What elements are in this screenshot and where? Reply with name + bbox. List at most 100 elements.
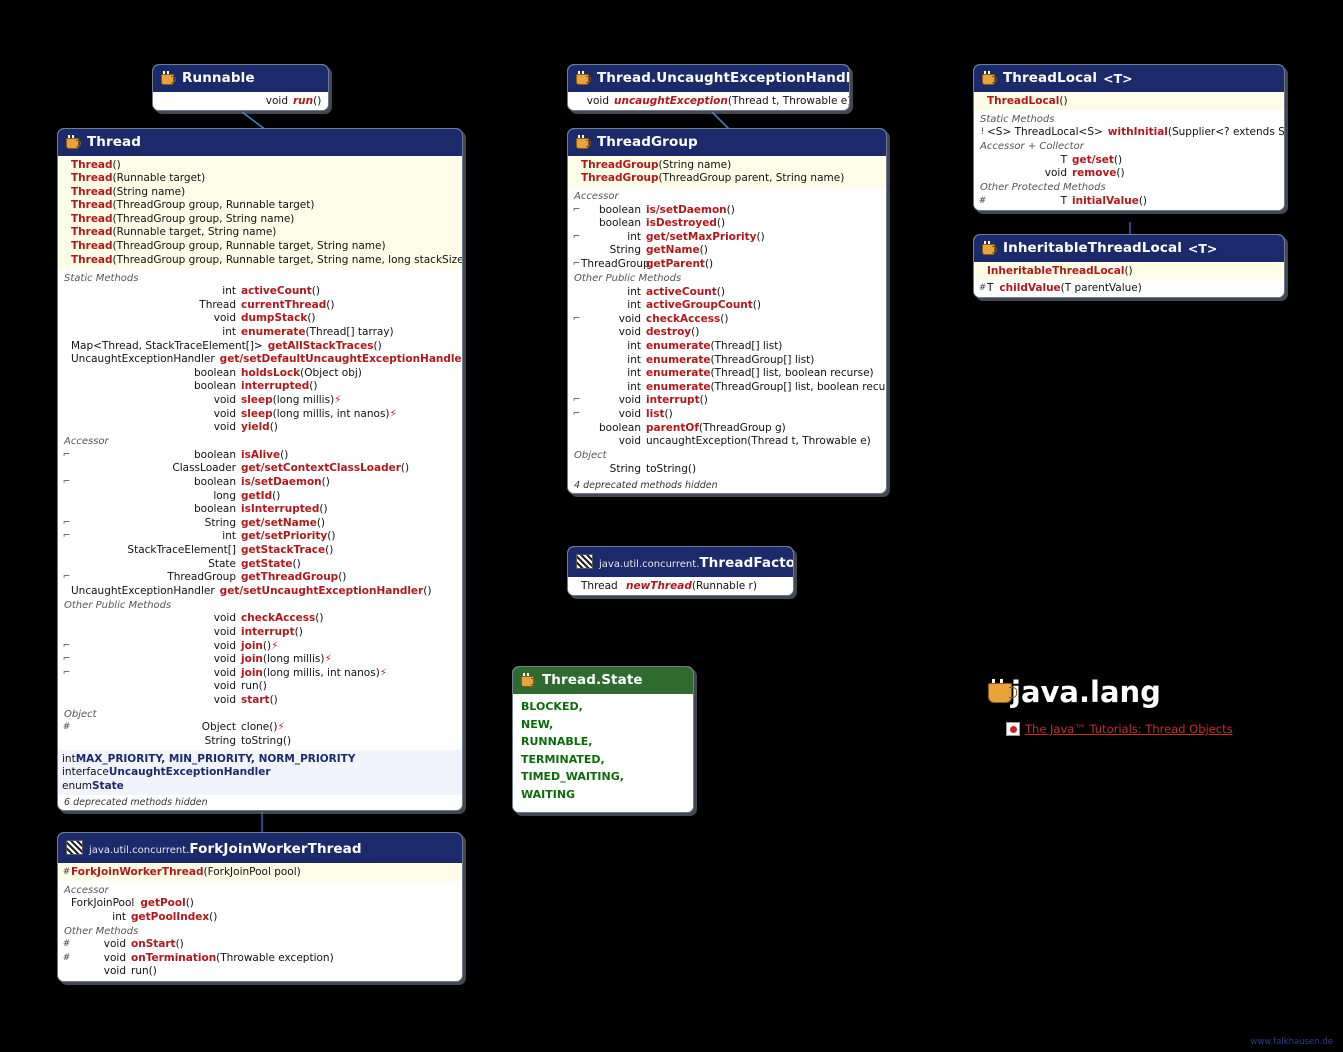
- method-group-label: Static Methods: [64, 272, 139, 284]
- enum-title: Thread.State: [542, 672, 643, 688]
- method-args: (): [1113, 153, 1123, 166]
- method-name: is/setDaemon: [646, 203, 727, 216]
- return-type: UncaughtExceptionHandler: [71, 353, 215, 366]
- return-type: void: [618, 408, 641, 420]
- constructor-section: ThreadLocal (): [974, 92, 1284, 110]
- enum-value: NEW,: [521, 717, 554, 731]
- return-type: String: [204, 735, 236, 748]
- method-args: (): [316, 516, 326, 529]
- method-args: (): [325, 543, 334, 556]
- method-name: activeCount: [646, 285, 717, 298]
- return-type: void: [213, 612, 236, 625]
- modifier-marker: [572, 381, 581, 394]
- method-name: enumerate: [646, 340, 711, 353]
- modifier-marker: [62, 299, 71, 312]
- method-args: (): [309, 380, 318, 393]
- method-args: (): [315, 612, 324, 625]
- tutorial-link[interactable]: The Java™ Tutorials: Thread Objects: [1006, 722, 1233, 736]
- return-type: Thread: [199, 298, 236, 311]
- constructor-args: (String name): [658, 158, 732, 171]
- constructor-args: (ThreadGroup group, Runnable target): [112, 199, 315, 212]
- modifier-marker: [62, 340, 71, 353]
- method-name: checkAccess: [241, 612, 316, 625]
- constructor-name: ForkJoinWorkerThread: [71, 865, 204, 878]
- modifier-marker: [62, 367, 71, 380]
- method-name: sleep: [241, 407, 273, 420]
- method-args: (): [292, 557, 301, 570]
- class-box-uncaughtexceptionhandler[interactable]: Thread.UncaughtExceptionHandler void unc…: [567, 64, 850, 111]
- class-box-inheritablethreadlocal[interactable]: InheritableThreadLocal <T> InheritableTh…: [973, 234, 1285, 299]
- enum-box-thread-state[interactable]: Thread.State BLOCKED, NEW, RUNNABLE, TERMIN…: [512, 666, 694, 813]
- class-box-threadgroup[interactable]: ThreadGroup ThreadGroup (String name) Thr…: [567, 128, 887, 494]
- constructor-name: ThreadGroup: [581, 158, 659, 171]
- method-args: (): [294, 625, 303, 638]
- modifier-marker: [62, 694, 71, 707]
- modifier-marker: ⌐: [572, 313, 581, 324]
- method-args: (Object obj): [300, 366, 362, 379]
- method-args: (Thread[] tarray): [305, 326, 394, 339]
- constructor-row: Thread (String name): [58, 185, 462, 199]
- class-header: ThreadGroup: [568, 129, 886, 156]
- method-row: Map<Thread, StackTraceElement[]> getAllSt…: [58, 339, 462, 353]
- field-name: State: [92, 779, 124, 792]
- throws-marker: ⚡: [379, 666, 388, 679]
- method-args: (): [326, 298, 335, 311]
- class-box-forkjoinworkerthread[interactable]: java.util.concurrent. ForkJoinWorkerThrea…: [57, 832, 463, 982]
- method-args: (): [756, 230, 765, 243]
- method-section: void run (): [153, 92, 328, 110]
- return-type: void: [1044, 167, 1067, 180]
- return-type: Thread: [581, 579, 618, 592]
- modifier-marker: [572, 159, 581, 172]
- method-args: (): [327, 530, 336, 543]
- method-row: int enumerate (Thread[] tarray): [58, 326, 462, 340]
- method-row: ⌐ boolean is/setDaemon (): [58, 475, 462, 489]
- method-name: getName: [646, 244, 700, 257]
- modifier-marker: [572, 422, 581, 435]
- class-header: InheritableThreadLocal <T>: [974, 235, 1284, 262]
- method-row: void checkAccess (): [58, 612, 462, 626]
- throws-marker: ⚡: [334, 394, 342, 406]
- modifier-marker: [62, 490, 71, 503]
- method-name: remove: [1072, 167, 1117, 180]
- class-header: java.util.concurrent.ForkJoinWorkerThrea…: [58, 833, 462, 863]
- class-box-runnable[interactable]: Runnable void run (): [152, 64, 329, 111]
- method-row: void destroy (): [568, 326, 886, 340]
- return-type: boolean: [599, 421, 641, 434]
- method-section: Static Methods! <S> ThreadLocal<S> withIni…: [974, 109, 1284, 210]
- method-row: ⌐ void interrupt (): [568, 394, 886, 408]
- modifier-marker: [62, 421, 71, 434]
- method-row: UncaughtExceptionHandler get/setUncaughtE…: [58, 584, 462, 598]
- class-box-threadfactory[interactable]: java.util.concurrent.ThreadFactory Threa…: [567, 546, 794, 596]
- method-args: (): [148, 965, 157, 978]
- modifier-marker: [62, 312, 71, 325]
- modifier-marker: ⌐: [62, 531, 71, 542]
- coffee-cup-icon: [161, 70, 176, 85]
- method-args: (): [269, 693, 278, 706]
- modifier-marker: ⌐: [572, 409, 581, 419]
- tutorial-link-label[interactable]: The Java™ Tutorials: Thread Objects: [1025, 722, 1233, 736]
- return-type: void: [213, 407, 236, 420]
- generic-param: <T>: [1187, 240, 1218, 256]
- modifier-marker: [572, 354, 581, 367]
- return-type: boolean: [194, 366, 236, 379]
- modifier-marker: [62, 585, 71, 598]
- constructor-name: ThreadGroup: [581, 172, 659, 185]
- method-args: (T parentValue): [1060, 282, 1142, 295]
- method-name: enumerate: [646, 380, 711, 393]
- class-title: Thread.UncaughtExceptionHandler: [597, 70, 850, 86]
- method-section: Accessor ⌐ boolean is/setDaemon () boolean is…: [568, 187, 886, 478]
- class-box-thread[interactable]: Thread Thread () Thread (Runnable target)…: [57, 128, 463, 811]
- modifier-marker: ⌐: [62, 517, 71, 528]
- field-name: UncaughtExceptionHandler: [108, 766, 271, 779]
- return-type: int: [627, 230, 641, 243]
- package-prefix: java.util.concurrent.: [89, 845, 190, 856]
- class-header: java.util.concurrent.ThreadFactory: [568, 547, 793, 577]
- method-row: Thread newThread (Runnable r): [568, 579, 793, 593]
- return-type: void: [213, 394, 236, 406]
- method-args: (): [319, 503, 328, 516]
- class-box-threadlocal[interactable]: ThreadLocal <T> ThreadLocal () Static Me…: [973, 64, 1285, 211]
- method-row: ⌐ int get/setMaxPriority (): [568, 230, 886, 244]
- method-section: # TchildValue (T parentValue): [974, 279, 1284, 298]
- method-row: void yield (): [58, 421, 462, 435]
- field-section: int MAX_PRIORITY, MIN_PRIORITY, NORM_PRI…: [58, 750, 462, 795]
